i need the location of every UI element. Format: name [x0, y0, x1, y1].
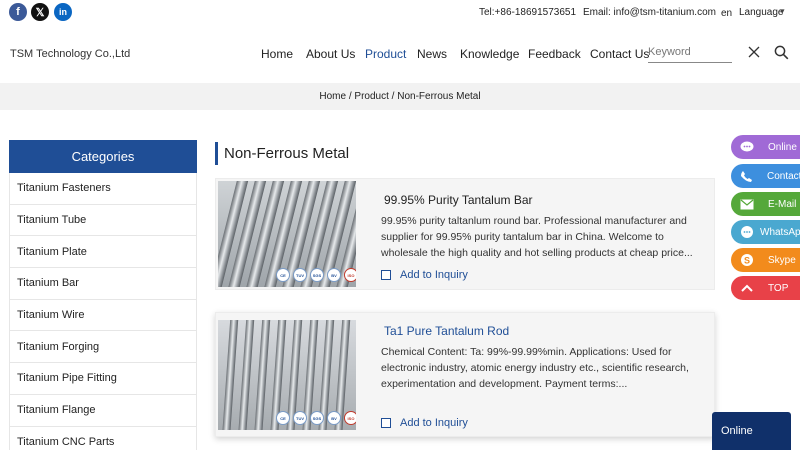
product-image[interactable]: CE TUV SGS BV ISO [218, 320, 356, 430]
product-description: Chemical Content: Ta: 99%-99.99%min. App… [381, 346, 689, 390]
product-card: CE TUV SGS BV ISO 99.95% Purity Tantalum… [215, 178, 715, 290]
category-list: Titanium Fasteners Titanium Tube Titaniu… [9, 173, 197, 450]
top-bar: f 𝕏 in Tel:+86-18691573651 Email: info@t… [0, 0, 800, 25]
search-input[interactable] [648, 42, 732, 63]
phone-icon [740, 169, 753, 183]
cert-badge-icon: BV [327, 411, 341, 425]
email-address[interactable]: Email: info@tsm-titanium.com [583, 7, 716, 18]
categories-heading: Categories [9, 140, 197, 173]
language-selector[interactable]: Language [739, 7, 784, 18]
breadcrumb-product[interactable]: Product [354, 91, 388, 102]
float-contact-label: Contact [767, 170, 800, 182]
float-whatsapp-button[interactable]: WhatsApp [731, 220, 800, 244]
site-header: TSM Technology Co.,Ltd Home About Us Pro… [0, 25, 800, 83]
float-back-to-top-button[interactable]: TOP [731, 276, 800, 300]
category-item-titanium-flange[interactable]: Titanium Flange [10, 395, 196, 427]
cert-badge-icon: SGS [310, 268, 324, 282]
float-top-label: TOP [768, 282, 789, 294]
cert-badge-icon: SGS [310, 411, 324, 425]
inquiry-label[interactable]: Add to Inquiry [400, 417, 468, 429]
whatsapp-icon [740, 225, 754, 239]
cert-badge-icon: ISO [344, 268, 356, 282]
breadcrumb: Home / Product / Non-Ferrous Metal [0, 91, 800, 102]
cert-badge-icon: TUV [293, 268, 307, 282]
float-skype-button[interactable]: S Skype [731, 248, 800, 272]
float-contact-button[interactable]: Contact [731, 164, 800, 188]
inquiry-checkbox[interactable] [381, 418, 391, 428]
nav-home[interactable]: Home [261, 47, 293, 61]
nav-news[interactable]: News [417, 47, 447, 61]
nav-feedback[interactable]: Feedback [528, 47, 581, 61]
product-title[interactable]: Ta1 Pure Tantalum Rod [384, 324, 509, 338]
chevron-up-icon [740, 281, 754, 295]
category-item-titanium-bar[interactable]: Titanium Bar [10, 268, 196, 300]
float-whatsapp-label: WhatsApp [760, 226, 800, 238]
float-email-label: E-Mail [768, 198, 797, 210]
product-image[interactable]: CE TUV SGS BV ISO [218, 181, 356, 287]
nav-about-us[interactable]: About Us [306, 47, 355, 61]
category-item-titanium-plate[interactable]: Titanium Plate [10, 236, 196, 269]
phone-number: Tel:+86-18691573651 [479, 7, 577, 18]
linkedin-icon[interactable]: in [54, 3, 72, 21]
cert-badge-icon: BV [327, 268, 341, 282]
category-item-titanium-pipe-fitting[interactable]: Titanium Pipe Fitting [10, 363, 196, 395]
breadcrumb-band: Home / Product / Non-Ferrous Metal [0, 83, 800, 110]
category-item-titanium-fasteners[interactable]: Titanium Fasteners [10, 173, 196, 205]
facebook-icon[interactable]: f [9, 3, 27, 21]
category-item-titanium-tube[interactable]: Titanium Tube [10, 205, 196, 237]
float-online-label: Online [768, 141, 797, 153]
mail-icon [740, 197, 754, 211]
breadcrumb-home[interactable]: Home [319, 91, 346, 102]
close-icon[interactable] [747, 45, 761, 59]
product-card: CE TUV SGS BV ISO Ta1 Pure Tantalum Rod … [215, 312, 715, 437]
inquiry-checkbox[interactable] [381, 270, 391, 280]
online-chat-tab[interactable]: Online [712, 412, 791, 450]
product-description: 99.95% purity taltanlum round bar. Profe… [381, 215, 693, 259]
category-item-titanium-wire[interactable]: Titanium Wire [10, 300, 196, 332]
chevron-down-icon[interactable]: ▾ [780, 6, 785, 17]
cert-badge-icon: TUV [293, 411, 307, 425]
cert-badge-icon: CE [276, 411, 290, 425]
breadcrumb-current: Non-Ferrous Metal [397, 91, 481, 102]
search-icon[interactable] [774, 45, 789, 60]
svg-text:S: S [744, 256, 750, 266]
float-email-button[interactable]: E-Mail [731, 192, 800, 216]
category-item-titanium-cnc-parts[interactable]: Titanium CNC Parts [10, 427, 196, 450]
skype-icon: S [740, 253, 754, 267]
nav-product[interactable]: Product [365, 47, 406, 61]
product-title[interactable]: 99.95% Purity Tantalum Bar [384, 193, 533, 207]
inquiry-label[interactable]: Add to Inquiry [400, 269, 468, 281]
x-twitter-icon[interactable]: 𝕏 [31, 3, 49, 21]
float-skype-label: Skype [768, 254, 796, 266]
language-code: en [721, 8, 733, 19]
company-name[interactable]: TSM Technology Co.,Ltd [10, 48, 130, 60]
page-title: Non-Ferrous Metal [224, 145, 350, 162]
breadcrumb-separator: / [388, 91, 398, 102]
cert-badge-icon: ISO [344, 411, 356, 425]
add-to-inquiry[interactable]: Add to Inquiry [381, 417, 468, 429]
cert-badge-icon: CE [276, 268, 290, 282]
nav-knowledge[interactable]: Knowledge [460, 47, 519, 61]
chat-bubble-icon [740, 140, 754, 154]
nav-contact-us[interactable]: Contact Us [590, 47, 649, 61]
title-accent-bar [215, 142, 218, 165]
certification-badges: CE TUV SGS BV ISO [276, 411, 356, 425]
float-online-button[interactable]: Online [731, 135, 800, 159]
add-to-inquiry[interactable]: Add to Inquiry [381, 269, 468, 281]
category-item-titanium-forging[interactable]: Titanium Forging [10, 331, 196, 364]
certification-badges: CE TUV SGS BV ISO [276, 268, 356, 282]
